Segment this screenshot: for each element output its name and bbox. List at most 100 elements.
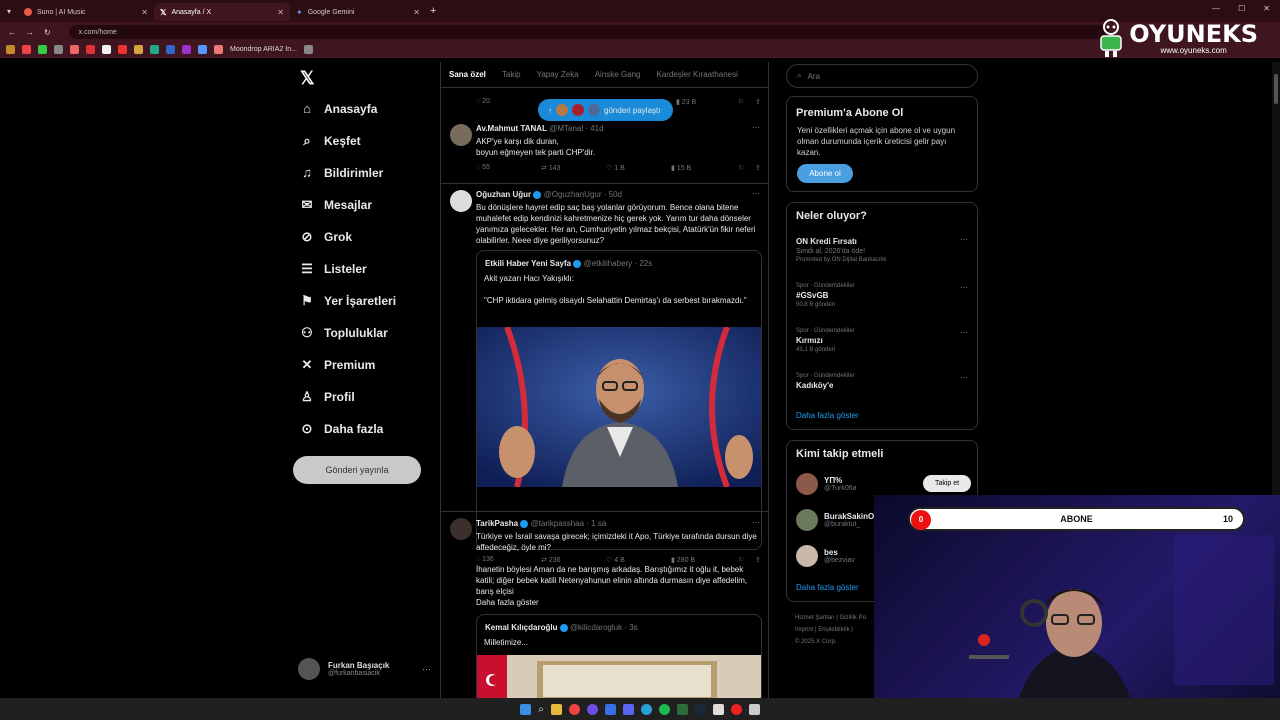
trend-item[interactable]: Spor · Gündemdekiler Kadıköy'e ⋯ — [796, 373, 968, 390]
bookmark-moondrop[interactable]: Moondrop ARIA2 In... — [230, 46, 297, 53]
account-switcher[interactable]: Furkan Başıaçık @furkanbasiacik ⋯ — [298, 658, 431, 680]
tab-for-you[interactable]: Sana özel — [441, 70, 494, 79]
nav-item-profile[interactable]: ♙ Profil — [300, 390, 355, 405]
bookmark-icon[interactable] — [70, 45, 79, 54]
youtube-icon[interactable] — [86, 45, 95, 54]
like-button[interactable]: ♡ 1 B — [606, 164, 625, 172]
suggested-user[interactable]: BurakSakinO @buraktut_ — [796, 509, 874, 531]
browser-tab-x[interactable]: 𝕏 Anasayfa / X ✕ — [154, 3, 290, 21]
forward-icon[interactable]: → — [26, 28, 34, 37]
search-input[interactable]: ⌕ Ara — [786, 64, 978, 88]
suggested-user[interactable]: bes @bezviav — [796, 545, 855, 567]
reply-button[interactable]: ◌ 20 — [476, 98, 490, 105]
reply-button[interactable]: ◌ 55 — [476, 164, 490, 171]
bookmark-icon[interactable] — [214, 45, 223, 54]
show-more-trends-link[interactable]: Daha fazla göster — [796, 411, 859, 420]
more-dots-icon[interactable]: ⋯ — [752, 189, 760, 198]
author-name[interactable]: Av.Mahmut TANAL — [476, 124, 547, 133]
app-icon[interactable] — [712, 703, 724, 715]
reload-icon[interactable]: ↻ — [44, 28, 51, 37]
search-icon[interactable]: ⌕ — [538, 704, 544, 715]
minimize-icon[interactable]: — — [1212, 4, 1220, 13]
folder-icon[interactable] — [134, 45, 143, 54]
tweet[interactable]: TarikPasha @tarikpasshaa · 1 sa ⋯ Türkiy… — [441, 514, 768, 698]
quoted-tweet[interactable]: Etkili Haber Yeni Sayfa @etkilihabery · … — [476, 250, 762, 550]
nav-item-more[interactable]: ⊙ Daha fazla — [300, 422, 384, 437]
close-window-icon[interactable]: ✕ — [1263, 4, 1270, 13]
nav-item-communities[interactable]: ⚇ Topluluklar — [300, 326, 388, 341]
browser-tab-gemini[interactable]: ✦ Google Gemini ✕ — [290, 3, 426, 21]
more-dots-icon[interactable]: ⋯ — [960, 328, 968, 337]
close-tab-icon[interactable]: ✕ — [141, 8, 148, 17]
show-more-link[interactable]: Daha fazla göster — [476, 597, 761, 608]
bookmark-icon[interactable] — [38, 45, 47, 54]
spotify-icon[interactable] — [658, 703, 670, 715]
more-dots-icon[interactable]: ⋯ — [422, 664, 431, 675]
nav-item-notifications[interactable]: ♫ Bildirimler — [300, 166, 383, 181]
bookmark-icon[interactable] — [22, 45, 31, 54]
author-name[interactable]: TarikPasha — [476, 519, 518, 528]
scroll-thumb[interactable] — [1274, 74, 1278, 104]
nav-item-lists[interactable]: ☰ Listeler — [300, 262, 367, 277]
views-button[interactable]: ▮ 23 B — [676, 98, 696, 106]
x-bookmark-icon[interactable] — [102, 45, 111, 54]
tab-kardesler[interactable]: Kardeşler Kıraathanesi — [649, 70, 746, 79]
bookmark-icon[interactable] — [198, 45, 207, 54]
tweet[interactable]: Av.Mahmut TANAL @MTanal · 41d ⋯ AKP'ye k… — [441, 116, 768, 184]
follow-button[interactable]: Takip et — [923, 475, 971, 492]
trend-item[interactable]: Spor · Gündemdekiler #GSvGB 50,8 B gönde… — [796, 283, 968, 308]
more-dots-icon[interactable]: ⋯ — [960, 235, 968, 244]
avatar[interactable] — [450, 518, 472, 540]
repost-button[interactable]: ⇄ 143 — [541, 164, 561, 172]
xbox-icon[interactable] — [676, 703, 688, 715]
footer-line[interactable]: Hizmet Şartları | Gizlilik Po — [795, 612, 866, 624]
chrome-icon[interactable] — [568, 703, 580, 715]
author-name[interactable]: Oğuzhan Uğur — [476, 190, 531, 199]
obs-icon[interactable] — [730, 703, 742, 715]
bookmark-icon[interactable]: ⚐ — [738, 164, 744, 172]
bookmark-icon[interactable] — [54, 45, 63, 54]
start-icon[interactable] — [520, 703, 532, 715]
trend-item[interactable]: ON Kredi Fırsatı Şimdi al, 2026'da öde! … — [796, 235, 968, 263]
more-dots-icon[interactable]: ⋯ — [752, 518, 760, 527]
tab-menu-icon[interactable]: ▾ — [0, 7, 18, 16]
trend-item[interactable]: Spor · Gündemdekiler Kırmızı 43,1 B gönd… — [796, 328, 968, 353]
discord-icon[interactable] — [622, 703, 634, 715]
close-tab-icon[interactable]: ✕ — [277, 8, 284, 17]
nav-item-premium[interactable]: ✕ Premium — [300, 358, 376, 373]
apps-icon[interactable] — [6, 45, 15, 54]
quoted-tweet[interactable]: Kemal Kılıçdaroğlu @kilicdarogluk · 3s M… — [476, 614, 762, 698]
suggested-user[interactable]: ΥΠ% @Turk06a — [796, 473, 857, 495]
address-bar[interactable]: x.com/home — [68, 25, 1109, 39]
bookmark-icon[interactable] — [166, 45, 175, 54]
file-explorer-icon[interactable] — [550, 703, 562, 715]
bookmark-icon[interactable] — [118, 45, 127, 54]
avatar[interactable] — [450, 124, 472, 146]
maximize-icon[interactable]: ☐ — [1238, 4, 1245, 13]
more-dots-icon[interactable]: ⋯ — [960, 283, 968, 292]
nav-item-bookmarks[interactable]: ⚑ Yer İşaretleri — [300, 294, 396, 309]
app-icon[interactable] — [586, 703, 598, 715]
views-button[interactable]: ▮ 15 B — [671, 164, 691, 172]
nav-item-grok[interactable]: ⊘ Grok — [300, 230, 352, 245]
bookmark-icon[interactable] — [182, 45, 191, 54]
nav-item-messages[interactable]: ✉ Mesajlar — [300, 198, 372, 213]
more-dots-icon[interactable]: ⋯ — [752, 123, 760, 132]
nav-item-explore[interactable]: ⌕ Keşfet — [300, 134, 360, 149]
bookmark-icon[interactable]: ⚐ — [738, 98, 744, 106]
telegram-icon[interactable] — [640, 703, 652, 715]
bookmark-icon[interactable] — [150, 45, 159, 54]
tab-ainske-gang[interactable]: Ainske Gang — [587, 70, 649, 79]
tweet[interactable]: Oğuzhan Uğur @OguzhanUgur · 50d ⋯ Bu dön… — [441, 184, 768, 564]
tab-yapay-zeka[interactable]: Yapay Zeka — [529, 70, 587, 79]
quote-photo[interactable] — [477, 327, 761, 487]
more-dots-icon[interactable]: ⋯ — [960, 373, 968, 382]
steam-icon[interactable] — [694, 703, 706, 715]
tab-following[interactable]: Takip — [494, 70, 529, 79]
footer-line[interactable]: Imprint | Erişilebilirlik | — [795, 624, 866, 636]
share-icon[interactable]: ⇪ — [755, 98, 761, 106]
show-more-users-link[interactable]: Daha fazla göster — [796, 583, 859, 592]
subscribe-button[interactable]: Abone ol — [797, 164, 853, 183]
share-icon[interactable]: ⇪ — [755, 164, 761, 172]
browser-tab-suno[interactable]: Suno | AI Music ✕ — [18, 3, 154, 21]
